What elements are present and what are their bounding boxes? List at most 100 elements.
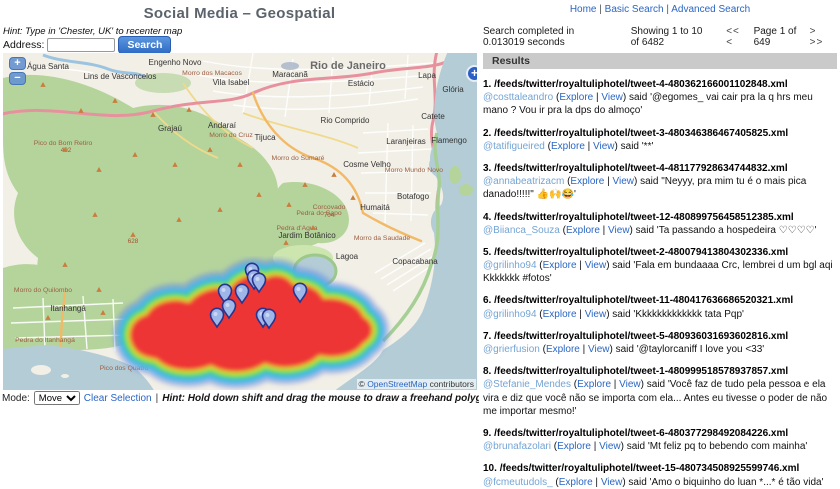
explore-link[interactable]: Explore bbox=[543, 260, 577, 271]
explore-link[interactable]: Explore bbox=[546, 344, 580, 355]
map-label: 628 bbox=[128, 238, 139, 245]
explore-link[interactable]: Explore bbox=[551, 141, 585, 152]
result-body: @grierfusion (Explore | View) said '@tay… bbox=[483, 344, 765, 355]
view-link[interactable]: View bbox=[601, 477, 623, 488]
view-link[interactable]: View bbox=[599, 441, 621, 452]
result-body: @Biianca_Souza (Explore | View) said 'Ta… bbox=[483, 224, 817, 236]
map-label: Estácio bbox=[348, 79, 375, 88]
result-body: @brunafazolari (Explore | View) said 'Mt… bbox=[483, 441, 808, 453]
result-username-link[interactable]: @Biianca_Souza bbox=[483, 225, 560, 236]
result-item: 3. /feeds/twitter/royaltuliphotel/tweet-… bbox=[483, 162, 837, 202]
result-path: 8. /feeds/twitter/royaltuliphotel/tweet-… bbox=[483, 366, 789, 378]
result-path: 5. /feeds/twitter/royaltuliphotel/tweet-… bbox=[483, 246, 789, 258]
search-button[interactable]: Search bbox=[118, 36, 172, 54]
view-link[interactable]: View bbox=[585, 260, 607, 271]
result-body: @Stefanie_Mendes (Explore | View) said '… bbox=[483, 379, 828, 417]
view-link[interactable]: View bbox=[619, 379, 641, 390]
result-message: said '@taylorcaniff I love you <33' bbox=[615, 344, 765, 355]
address-input[interactable] bbox=[47, 38, 116, 52]
zoom-out-button[interactable]: − bbox=[9, 72, 26, 85]
nav-separator: | bbox=[599, 4, 602, 15]
result-path: 1. /feeds/twitter/royaltuliphotel/tweet-… bbox=[483, 79, 788, 90]
zoom-in-button[interactable]: + bbox=[9, 57, 26, 70]
explore-link[interactable]: Explore bbox=[559, 92, 593, 103]
nav-home[interactable]: Home bbox=[570, 4, 597, 15]
map-label: Morro Mundo Novo bbox=[385, 167, 443, 174]
nav-separator: | bbox=[666, 4, 669, 15]
showing-count: Showing 1 to 10 of 6482 bbox=[630, 26, 703, 48]
result-item: 8. /feeds/twitter/royaltuliphotel/tweet-… bbox=[483, 365, 837, 418]
osm-link[interactable]: OpenStreetMap bbox=[367, 379, 427, 389]
result-item: 7. /feeds/twitter/royaltuliphotel/tweet-… bbox=[483, 330, 837, 356]
result-path: 2. /feeds/twitter/royaltuliphotel/tweet-… bbox=[483, 127, 789, 139]
map-label: Rio Comprido bbox=[321, 116, 370, 125]
address-label: Address: bbox=[3, 39, 45, 51]
map-label: Laranjeiras bbox=[386, 137, 426, 146]
map-label: Lagoa bbox=[336, 252, 359, 261]
map-label: Engenho Novo bbox=[149, 58, 202, 67]
result-username-link[interactable]: @grierfusion bbox=[483, 344, 540, 355]
view-link[interactable]: View bbox=[601, 92, 623, 103]
results-header: Results bbox=[483, 53, 837, 69]
result-username-link[interactable]: @Stefanie_Mendes bbox=[483, 379, 571, 390]
results-panel: Home | Basic Search | Advanced Search Se… bbox=[483, 0, 837, 488]
heatmap-overlay bbox=[130, 275, 372, 371]
mode-select[interactable]: Move bbox=[33, 391, 80, 405]
result-message: said 'Kkkkkkkkkkkkk tata Pqp' bbox=[612, 308, 744, 320]
result-item: 4. /feeds/twitter/royaltuliphotel/tweet-… bbox=[483, 211, 837, 237]
result-item: 5. /feeds/twitter/royaltuliphotel/tweet-… bbox=[483, 246, 837, 286]
map-label: Morro da Saudade bbox=[354, 235, 411, 242]
view-link[interactable]: View bbox=[612, 176, 634, 187]
map-label: Flamengo bbox=[431, 136, 467, 145]
map-label: Lapa bbox=[418, 71, 436, 80]
prev-page-button[interactable]: << < bbox=[726, 26, 744, 48]
mode-bar-separator: | bbox=[155, 392, 159, 404]
result-body: @grilinho94 (Explore | View) said 'Kkkkk… bbox=[483, 308, 744, 320]
map-label: Vila Isabel bbox=[213, 78, 250, 87]
result-username-link[interactable]: @costtaleandro bbox=[483, 92, 553, 103]
explore-link[interactable]: Explore bbox=[577, 379, 611, 390]
explore-link[interactable]: Explore bbox=[559, 477, 593, 488]
result-path: 6. /feeds/twitter/royaltuliphotel/tweet-… bbox=[483, 295, 794, 307]
result-message: said '**' bbox=[620, 140, 654, 152]
search-time: Search completed in 0.013019 seconds bbox=[483, 26, 575, 48]
address-row: Address: Search bbox=[3, 36, 172, 54]
result-body: @tatifigueired (Explore | View) said '**… bbox=[483, 140, 654, 152]
map-canvas[interactable]: Rio de Janeiro Água Santa Engenho Novo Lins… bbox=[3, 53, 477, 390]
map-label: Jardim Botânico bbox=[278, 231, 336, 240]
explore-link[interactable]: Explore bbox=[566, 225, 600, 236]
nav-advanced-search[interactable]: Advanced Search bbox=[671, 4, 750, 15]
view-link[interactable]: View bbox=[588, 344, 610, 355]
layer-switcher-button[interactable]: + bbox=[466, 65, 477, 82]
map-label: Andaraí bbox=[208, 121, 237, 130]
map-panel: Social Media – Geospatial Hint: Type in … bbox=[0, 0, 479, 406]
result-path: 3. /feeds/twitter/royaltuliphotel/tweet-… bbox=[483, 162, 788, 174]
explore-link[interactable]: Explore bbox=[557, 441, 591, 452]
result-item: 6. /feeds/twitter/royaltuliphotel/tweet-… bbox=[483, 294, 837, 320]
next-page-button[interactable]: > >> bbox=[810, 26, 828, 48]
result-body: @annabeatrizacm (Explore | View) said "N… bbox=[483, 176, 807, 201]
polygon-hint: Hint: Hold down shift and drag the mouse… bbox=[162, 392, 479, 404]
status-line: Search completed in 0.013019 seconds Sho… bbox=[483, 26, 837, 48]
result-item: 2. /feeds/twitter/royaltuliphotel/tweet-… bbox=[483, 127, 837, 153]
result-body: @costtaleandro (Explore | View) said '@e… bbox=[483, 92, 813, 117]
view-link[interactable]: View bbox=[593, 141, 615, 152]
result-path: 4. /feeds/twitter/royaltuliphotel/tweet-… bbox=[483, 211, 794, 223]
result-username-link[interactable]: @grilinho94 bbox=[483, 309, 537, 320]
result-item: 1. /feeds/twitter/royaltuliphotel/tweet-… bbox=[483, 78, 837, 118]
result-username-link[interactable]: @brunafazolari bbox=[483, 441, 551, 452]
view-link[interactable]: View bbox=[585, 309, 607, 320]
result-path: 7. /feeds/twitter/royaltuliphotel/tweet-… bbox=[483, 330, 789, 342]
clear-selection-link[interactable]: Clear Selection bbox=[84, 393, 152, 404]
result-username-link[interactable]: @annabeatrizacm bbox=[483, 176, 564, 187]
attribution-suffix: contributors bbox=[429, 379, 474, 389]
results-list: 1. /feeds/twitter/royaltuliphotel/tweet-… bbox=[483, 78, 837, 489]
result-item: 10. /feeds/twitter/royaltuliphotel/tweet… bbox=[483, 462, 837, 488]
result-username-link[interactable]: @tatifigueired bbox=[483, 141, 545, 152]
result-username-link[interactable]: @grilinho94 bbox=[483, 260, 537, 271]
result-username-link[interactable]: @fcmeutudols_ bbox=[483, 477, 553, 488]
explore-link[interactable]: Explore bbox=[570, 176, 604, 187]
nav-basic-search[interactable]: Basic Search bbox=[605, 4, 664, 15]
view-link[interactable]: View bbox=[608, 225, 630, 236]
explore-link[interactable]: Explore bbox=[543, 309, 577, 320]
